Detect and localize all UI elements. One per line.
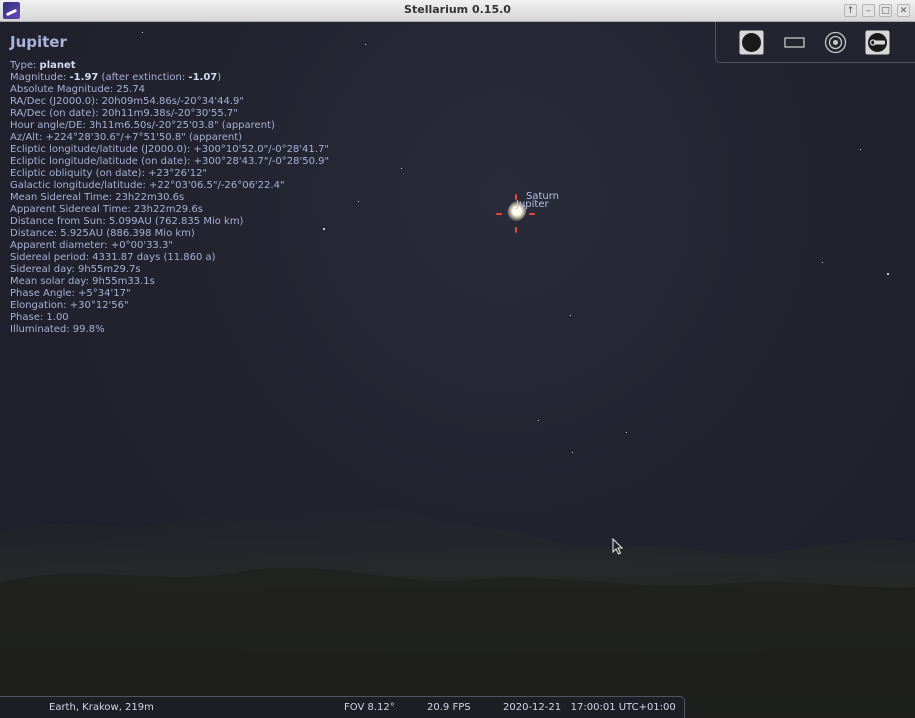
star[interactable] bbox=[358, 201, 359, 202]
telescope-icon[interactable] bbox=[865, 30, 890, 55]
info-line: Galactic longitude/latitude: +22°03'06.5… bbox=[10, 180, 285, 191]
info-line: Phase: 1.00 bbox=[10, 312, 69, 323]
fps-label: 20.9 FPS bbox=[427, 702, 471, 713]
info-line: Elongation: +30°12'56" bbox=[10, 300, 129, 311]
info-line: Absolute Magnitude: 25.74 bbox=[10, 84, 146, 95]
info-line: Hour angle/DE: 3h11m6.50s/-20°25'03.8" (… bbox=[10, 120, 275, 131]
jupiter-label[interactable]: Jupiter bbox=[516, 199, 549, 210]
selected-object-name: Jupiter bbox=[10, 33, 67, 51]
object-info-panel: Type: planet Magnitude: -1.97 (after ext… bbox=[10, 60, 329, 336]
star[interactable] bbox=[365, 44, 366, 45]
star[interactable] bbox=[860, 149, 861, 150]
close-button[interactable]: ✕ bbox=[897, 4, 910, 17]
window-up-button[interactable]: ↑ bbox=[844, 4, 857, 17]
star[interactable] bbox=[572, 452, 573, 453]
star[interactable] bbox=[626, 432, 627, 433]
info-line: Apparent Sidereal Time: 23h22m29.6s bbox=[10, 204, 203, 215]
title-bar: Stellarium 0.15.0 ↑ – □ ✕ bbox=[0, 0, 915, 22]
location-label[interactable]: Earth, Krakow, 219m bbox=[49, 702, 154, 713]
info-line: Distance from Sun: 5.099AU (762.835 Mio … bbox=[10, 216, 244, 227]
star[interactable] bbox=[570, 315, 571, 316]
info-line: Mean solar day: 9h55m33.1s bbox=[10, 276, 155, 287]
datetime-label[interactable]: 2020-12-21 17:00:01 UTC+01:00 bbox=[503, 702, 676, 713]
selection-marker-right bbox=[529, 213, 535, 215]
circle-icon[interactable] bbox=[739, 30, 764, 55]
minimize-button[interactable]: – bbox=[862, 4, 875, 17]
top-right-toolbar bbox=[715, 22, 915, 63]
info-line: Mean Sidereal Time: 23h22m30.6s bbox=[10, 192, 185, 203]
info-line: Ecliptic longitude/latitude (J2000.0): +… bbox=[10, 144, 329, 155]
star[interactable] bbox=[142, 32, 143, 33]
info-line: Sidereal period: 4331.87 days (11.860 a) bbox=[10, 252, 216, 263]
ground-horizon bbox=[0, 504, 915, 718]
sky-view[interactable]: Jupiter Type: planet Magnitude: -1.97 (a… bbox=[0, 22, 915, 718]
status-bar: Earth, Krakow, 219m FOV 8.12° 20.9 FPS 2… bbox=[0, 696, 685, 718]
star[interactable] bbox=[538, 420, 539, 421]
info-line: Apparent diameter: +0°00'33.3" bbox=[10, 240, 173, 251]
info-line: Distance: 5.925AU (886.398 Mio km) bbox=[10, 228, 195, 239]
info-line: Phase Angle: +5°34'17" bbox=[10, 288, 131, 299]
info-line: Ecliptic longitude/latitude (on date): +… bbox=[10, 156, 330, 167]
fov-label: FOV 8.12° bbox=[344, 702, 395, 713]
rectangle-icon[interactable] bbox=[782, 30, 807, 55]
info-line-type: Type: planet bbox=[10, 60, 76, 71]
maximize-button[interactable]: □ bbox=[879, 4, 892, 17]
mouse-cursor-icon bbox=[612, 538, 624, 555]
info-line: RA/Dec (J2000.0): 20h09m54.86s/-20°34'44… bbox=[10, 96, 244, 107]
star[interactable] bbox=[401, 168, 402, 169]
info-line: Az/Alt: +224°28'30.6"/+7°51'50.8" (appar… bbox=[10, 132, 243, 143]
selection-marker-left bbox=[496, 213, 502, 215]
info-line: Illuminated: 99.8% bbox=[10, 324, 105, 335]
star[interactable] bbox=[822, 262, 823, 263]
selection-marker-bottom bbox=[515, 227, 517, 233]
window-title: Stellarium 0.15.0 bbox=[404, 3, 511, 16]
info-line: Sidereal day: 9h55m29.7s bbox=[10, 264, 141, 275]
target-icon[interactable] bbox=[823, 30, 848, 55]
star[interactable] bbox=[887, 273, 889, 275]
info-line: RA/Dec (on date): 20h11m9.38s/-20°30'55.… bbox=[10, 108, 238, 119]
info-line: Ecliptic obliquity (on date): +23°26'12" bbox=[10, 168, 208, 179]
info-line-magnitude: Magnitude: -1.97 (after extinction: -1.0… bbox=[10, 72, 222, 83]
